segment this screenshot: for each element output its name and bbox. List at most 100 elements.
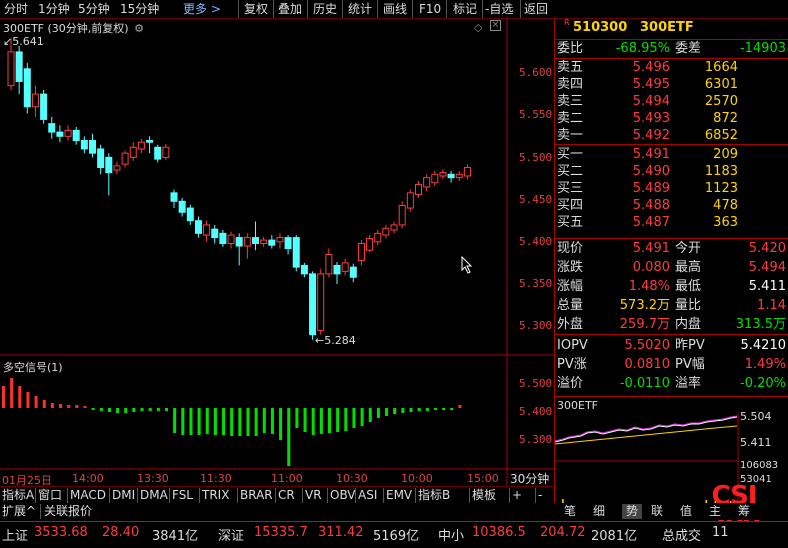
detail-tab[interactable]: 联	[651, 504, 663, 519]
indicator-tab[interactable]: 窗口	[38, 488, 62, 503]
ask-level-row[interactable]: 卖四 5.495 6301	[554, 76, 788, 93]
toolbar-divider	[482, 0, 483, 18]
mark-button[interactable]: 标记	[453, 1, 477, 17]
indicator-tab[interactable]: DMI	[112, 488, 135, 503]
signal-bar	[2, 386, 5, 408]
ask-price: 5.493	[632, 111, 670, 126]
add-watchlist-button[interactable]: -自选	[485, 1, 513, 17]
ask-level-row[interactable]: 卖五 5.496 1664	[554, 59, 788, 76]
indicator-tab[interactable]: 指标A	[2, 488, 34, 503]
history-button[interactable]: 历史	[313, 1, 337, 17]
stat-value: 5.420	[748, 241, 786, 256]
indicator-tab[interactable]: 模板	[472, 488, 496, 503]
back-button[interactable]: 返回	[524, 1, 548, 17]
y-tick-label: 5.550	[519, 108, 553, 121]
tab-divider	[137, 488, 138, 503]
indicator-tab[interactable]: CR	[278, 488, 295, 503]
signal-bar	[83, 406, 87, 408]
ask-level-row[interactable]: 卖二 5.493 872	[554, 110, 788, 127]
kline-chart[interactable]	[0, 18, 554, 488]
expand-button[interactable]: 扩展^	[2, 504, 36, 519]
indicator-tab[interactable]: DMA	[140, 488, 168, 503]
indicator-tab[interactable]: ASI	[358, 488, 377, 503]
stat-value: 1.48%	[628, 279, 670, 294]
index-name-sme[interactable]: 中小	[438, 525, 464, 544]
mini-low-label: 5.411	[740, 436, 772, 449]
indicator-tab[interactable]: MACD	[70, 488, 106, 503]
signal-bar	[254, 408, 258, 436]
stats-button[interactable]: 统计	[348, 1, 372, 17]
index-name-sz[interactable]: 深证	[218, 525, 244, 544]
indicator-tab[interactable]: +	[512, 488, 522, 503]
ask-level-label: 卖二	[557, 111, 584, 126]
stat-row[interactable]: 现价 5.491 今开 5.420	[554, 240, 788, 257]
bid-level-row[interactable]: 买一 5.491 209	[554, 146, 788, 163]
stat-row[interactable]: 总量 573.2万 量比 1.14	[554, 297, 788, 314]
indicator-tab[interactable]: FSL	[172, 488, 193, 503]
y-tick-label: 5.350	[519, 277, 553, 290]
signal-bar	[425, 408, 429, 411]
total-turnover-label: 总成交	[662, 529, 702, 544]
signal-bar	[417, 408, 421, 411]
candle-body	[366, 237, 374, 251]
ask-price: 5.495	[632, 77, 670, 92]
candle-body	[431, 173, 439, 184]
adjust-button[interactable]: 复权	[244, 1, 268, 17]
bid-level-row[interactable]: 买五 5.487 363	[554, 214, 788, 231]
f10-button[interactable]: F10	[419, 1, 441, 17]
stat-row[interactable]: 涨幅 1.48% 最低 5.411	[554, 278, 788, 295]
stat-label: 最低	[675, 279, 702, 294]
toolbar-divider	[307, 0, 308, 18]
iopv-row[interactable]: PV涨 0.0810 PV幅 1.49%	[554, 356, 788, 373]
detail-tab[interactable]: 笔	[564, 504, 576, 519]
indicator-tab[interactable]: VR	[305, 488, 322, 503]
mini-vol-high-label: 106083	[740, 460, 779, 471]
x-tick-label: 10:30	[336, 472, 368, 485]
detail-tab[interactable]: 筹	[738, 504, 750, 519]
index-name-sh[interactable]: 上证	[2, 525, 28, 544]
indicator-tab[interactable]: EMV	[386, 488, 412, 503]
related-quotes-button[interactable]: 关联报价	[44, 504, 92, 519]
ask-level-row[interactable]: 卖三 5.494 2570	[554, 93, 788, 110]
iopv-value: 5.5020	[624, 338, 671, 353]
iopv-row[interactable]: IOPV 5.5020 昨PV 5.4210	[554, 337, 788, 354]
detail-tab[interactable]: 值	[680, 504, 692, 519]
mini-chart-label: 300ETF	[557, 399, 598, 412]
bid-level-row[interactable]: 买四 5.488 478	[554, 197, 788, 214]
tab-5min[interactable]: 5分钟	[78, 1, 110, 17]
candle-body	[203, 224, 211, 236]
draw-line-button[interactable]: 画线	[383, 1, 407, 17]
detail-tab[interactable]: 势	[622, 504, 643, 519]
iopv-row[interactable]: 溢价 -0.0110 溢率 -0.20%	[554, 375, 788, 392]
period-label[interactable]: 30分钟	[510, 470, 549, 487]
y-tick-label: 5.600	[519, 66, 553, 79]
more-menu[interactable]: 更多 >	[183, 1, 221, 17]
candle-body	[146, 140, 154, 143]
bid-level-label: 买一	[557, 147, 584, 162]
indicator-tab[interactable]: 指标B	[418, 488, 450, 503]
bid-level-row[interactable]: 买三 5.489 1123	[554, 180, 788, 197]
tab-1min[interactable]: 1分钟	[38, 1, 70, 17]
detail-tab[interactable]: 细	[593, 504, 605, 519]
toolbar-divider	[520, 0, 521, 18]
indicator-tab[interactable]: TRIX	[202, 488, 229, 503]
iopv-label: PV幅	[675, 357, 705, 372]
tab-15min[interactable]: 15分钟	[120, 1, 159, 17]
signal-bar	[124, 408, 128, 413]
indicator-tab[interactable]: OBV	[330, 488, 356, 503]
stat-row[interactable]: 外盘 259.7万 内盘 313.5万	[554, 316, 788, 333]
tab-intraday[interactable]: 分时	[4, 1, 28, 17]
candle-body	[284, 237, 292, 250]
detail-tab[interactable]: 主	[709, 504, 721, 519]
index-amount-sme: 2081亿	[591, 529, 638, 544]
overlay-button[interactable]: 叠加	[278, 1, 302, 17]
indicator-tab[interactable]: -	[538, 488, 542, 503]
x-tick-label: 11:30	[200, 472, 232, 485]
stat-row[interactable]: 涨跌 0.080 最高 5.494	[554, 259, 788, 276]
tab-divider	[302, 488, 303, 503]
ask-level-row[interactable]: 卖一 5.492 6852	[554, 127, 788, 144]
indicator-tab[interactable]: BRAR	[240, 488, 273, 503]
signal-bar	[401, 408, 405, 413]
bid-level-row[interactable]: 买二 5.490 1183	[554, 163, 788, 180]
iopv-label: IOPV	[557, 338, 588, 353]
